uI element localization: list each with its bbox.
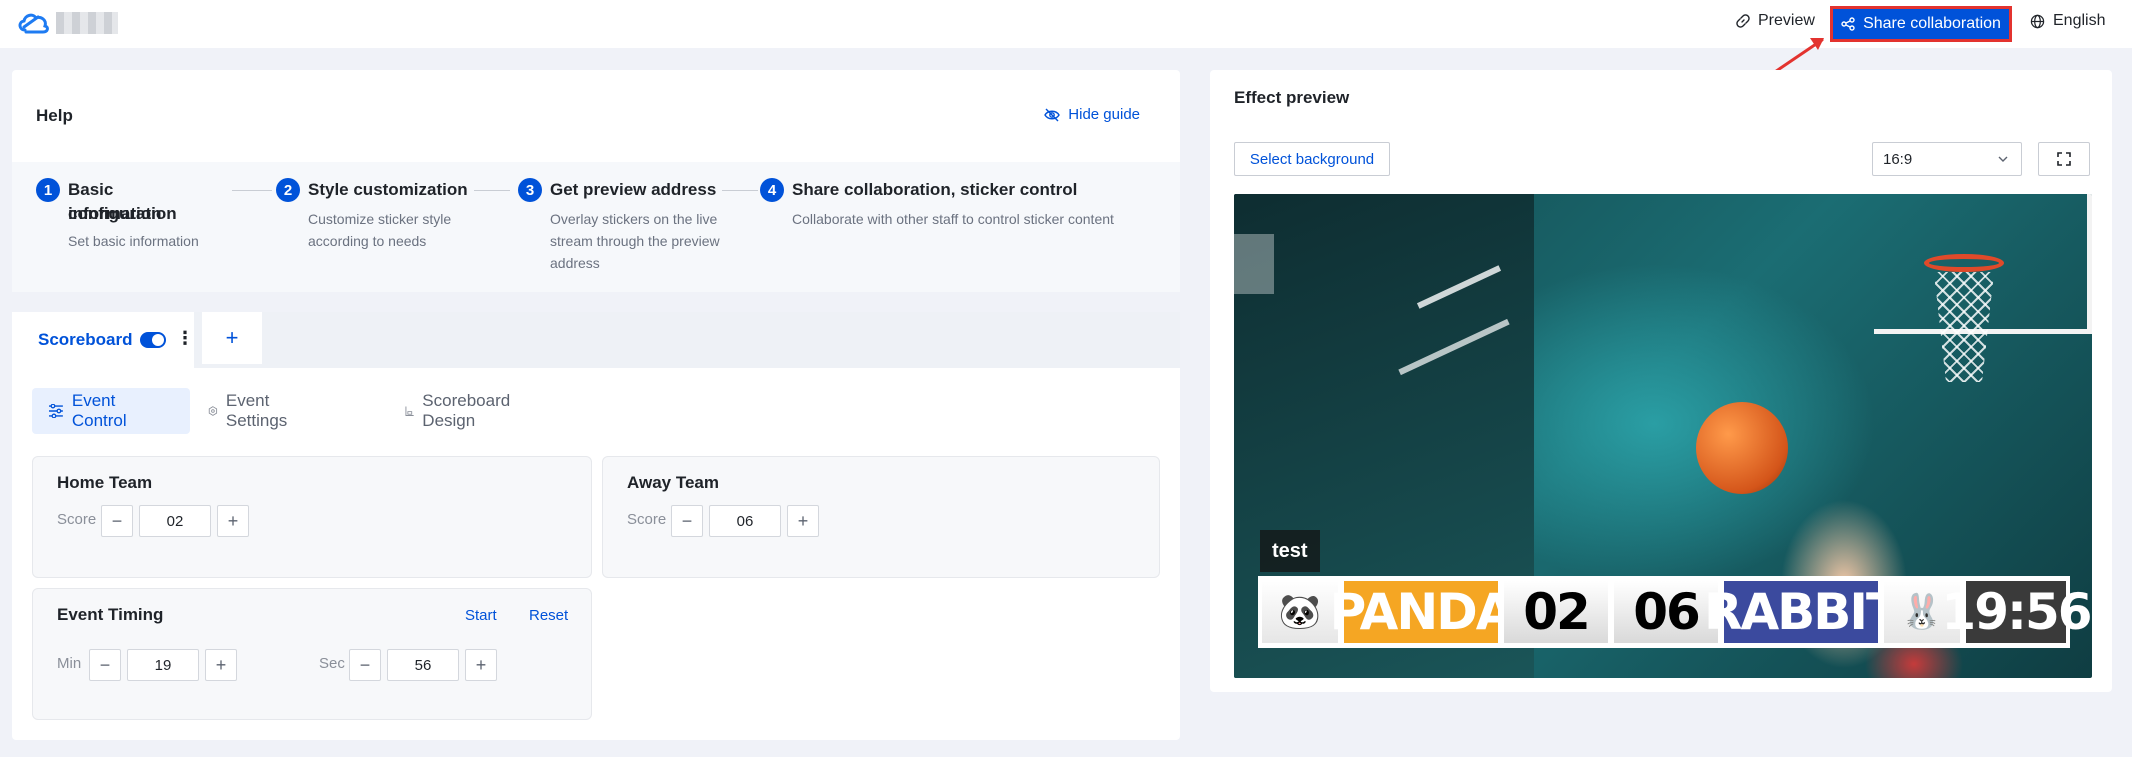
step-connector <box>722 190 758 191</box>
tab-event-settings-label: Event Settings <box>225 391 288 430</box>
scoreboard-toggle[interactable] <box>140 332 166 348</box>
step-desc-line1: Customize sticker style <box>308 211 452 227</box>
home-team-score: 02 <box>1504 581 1608 643</box>
effect-preview-panel: Effect preview Select background 16:9 te… <box>1210 70 2112 692</box>
tab-scoreboard[interactable]: Scoreboard ⋮ <box>12 312 194 368</box>
add-tab-button[interactable]: + <box>202 312 262 364</box>
hoop-net <box>1934 272 1994 382</box>
tab-event-control-label: Event Control <box>71 391 127 430</box>
home-team-title: Home Team <box>57 473 153 492</box>
event-timing-title: Event Timing <box>57 605 164 624</box>
guide-steps: 1 Basic information configuration Set ba… <box>12 162 1180 292</box>
language-label: English <box>2053 12 2106 29</box>
language-switch[interactable]: English <box>2030 12 2105 30</box>
background-sign <box>1234 234 1274 294</box>
eye-off-icon <box>1044 108 1061 121</box>
select-background-button[interactable]: Select background <box>1234 142 1390 176</box>
step-number: 3 <box>518 178 542 202</box>
home-team-card: Home Team Score − 02 + <box>32 456 592 578</box>
tab-scoreboard-label: Scoreboard <box>38 330 133 349</box>
home-score-increment-button[interactable]: + <box>217 505 249 537</box>
hoop-rim <box>1924 254 2004 272</box>
tab-event-settings[interactable]: Event Settings <box>192 388 309 434</box>
design-icon <box>405 406 414 416</box>
home-score-decrement-button[interactable]: − <box>101 505 133 537</box>
sliders-icon <box>48 404 63 418</box>
control-panel: Scoreboard ⋮ + Event Control Event Setti… <box>12 312 1180 740</box>
away-team-title: Away Team <box>627 473 719 492</box>
step-number: 1 <box>36 178 60 202</box>
share-icon <box>1841 17 1855 31</box>
step-desc: Set basic information <box>68 233 199 249</box>
step-title: Style customization <box>308 180 468 199</box>
fullscreen-button[interactable] <box>2038 142 2090 176</box>
seconds-label: Sec <box>319 655 345 672</box>
away-team-name: RABBIT <box>1703 581 1900 643</box>
step-title: Get preview address <box>550 180 717 199</box>
step-desc: Collaborate with other staff to control … <box>792 211 1114 227</box>
cloud-logo-icon <box>18 13 49 34</box>
step-desc-line1: Overlay stickers on the live <box>550 211 718 227</box>
step-desc-line2: according to needs <box>308 233 427 249</box>
aspect-ratio-select[interactable]: 16:9 <box>1872 142 2022 176</box>
home-score-input[interactable]: 02 <box>139 505 211 537</box>
event-timing-card: Event Timing Start Reset Min − 19 + Sec … <box>32 588 592 720</box>
minutes-increment-button[interactable]: + <box>205 649 237 681</box>
effect-preview-title: Effect preview <box>1234 88 1350 107</box>
preview-button[interactable]: Preview <box>1736 12 1815 30</box>
sticker-title-label: test <box>1260 530 1320 572</box>
seconds-increment-button[interactable]: + <box>465 649 497 681</box>
timer-start-button[interactable]: Start <box>465 607 497 624</box>
help-panel: Help Hide guide 1 Basic information conf… <box>12 70 1180 292</box>
sticker-tabs: Scoreboard ⋮ + <box>12 312 1180 368</box>
away-score-decrement-button[interactable]: − <box>671 505 703 537</box>
step-number: 2 <box>276 178 300 202</box>
share-label: Share collaboration <box>1863 15 2001 32</box>
seconds-decrement-button[interactable]: − <box>349 649 381 681</box>
away-score-input[interactable]: 06 <box>709 505 781 537</box>
preview-label: Preview <box>1758 12 1815 29</box>
seconds-input[interactable]: 56 <box>387 649 459 681</box>
step-title-line2: configuration <box>68 204 177 223</box>
away-score-label: Score <box>627 511 667 528</box>
away-team-score: 06 <box>1614 581 1718 643</box>
globe-icon <box>2030 14 2045 28</box>
home-team-name: PANDA <box>1329 581 1514 643</box>
minutes-label: Min <box>57 655 82 672</box>
step-connector <box>232 190 272 191</box>
brand-name-blurred <box>56 12 118 34</box>
step-number: 4 <box>760 178 784 202</box>
fullscreen-icon <box>2057 152 2071 166</box>
away-score-increment-button[interactable]: + <box>787 505 819 537</box>
hide-guide-button[interactable]: Hide guide <box>1044 106 1140 123</box>
minutes-decrement-button[interactable]: − <box>89 649 121 681</box>
away-team-card: Away Team Score − 06 + <box>602 456 1160 578</box>
tab-event-control[interactable]: Event Control <box>32 388 190 434</box>
gear-icon <box>208 406 218 416</box>
panda-logo-icon: 🐼 <box>1262 581 1338 643</box>
timer-reset-button[interactable]: Reset <box>529 607 568 624</box>
more-vertical-icon[interactable]: ⋮ <box>176 328 194 349</box>
basketball <box>1696 402 1788 494</box>
chevron-down-icon <box>1998 156 2008 162</box>
preview-stage-image: test 🐼 PANDA 02 06 RABBIT 🐰 19:56 <box>1234 194 2092 678</box>
tab-scoreboard-design[interactable]: Scoreboard Design <box>388 388 532 434</box>
scoreboard-sticker: 🐼 PANDA 02 06 RABBIT 🐰 19:56 <box>1258 576 2092 648</box>
step-title: Share collaboration, sticker control <box>792 180 1078 199</box>
step-desc-line3: address <box>550 255 600 271</box>
game-clock: 19:56 <box>1941 581 2092 643</box>
aspect-ratio-value: 16:9 <box>1883 150 1913 168</box>
help-title: Help <box>36 106 73 125</box>
step-connector <box>474 190 510 191</box>
tab-scoreboard-design-label: Scoreboard Design <box>422 391 511 430</box>
link-icon <box>1736 14 1750 28</box>
hide-guide-label: Hide guide <box>1068 106 1140 123</box>
home-score-label: Score <box>57 511 97 528</box>
minutes-input[interactable]: 19 <box>127 649 199 681</box>
share-collaboration-button[interactable]: Share collaboration <box>1830 6 2012 42</box>
step-desc-line2: stream through the preview <box>550 233 720 249</box>
